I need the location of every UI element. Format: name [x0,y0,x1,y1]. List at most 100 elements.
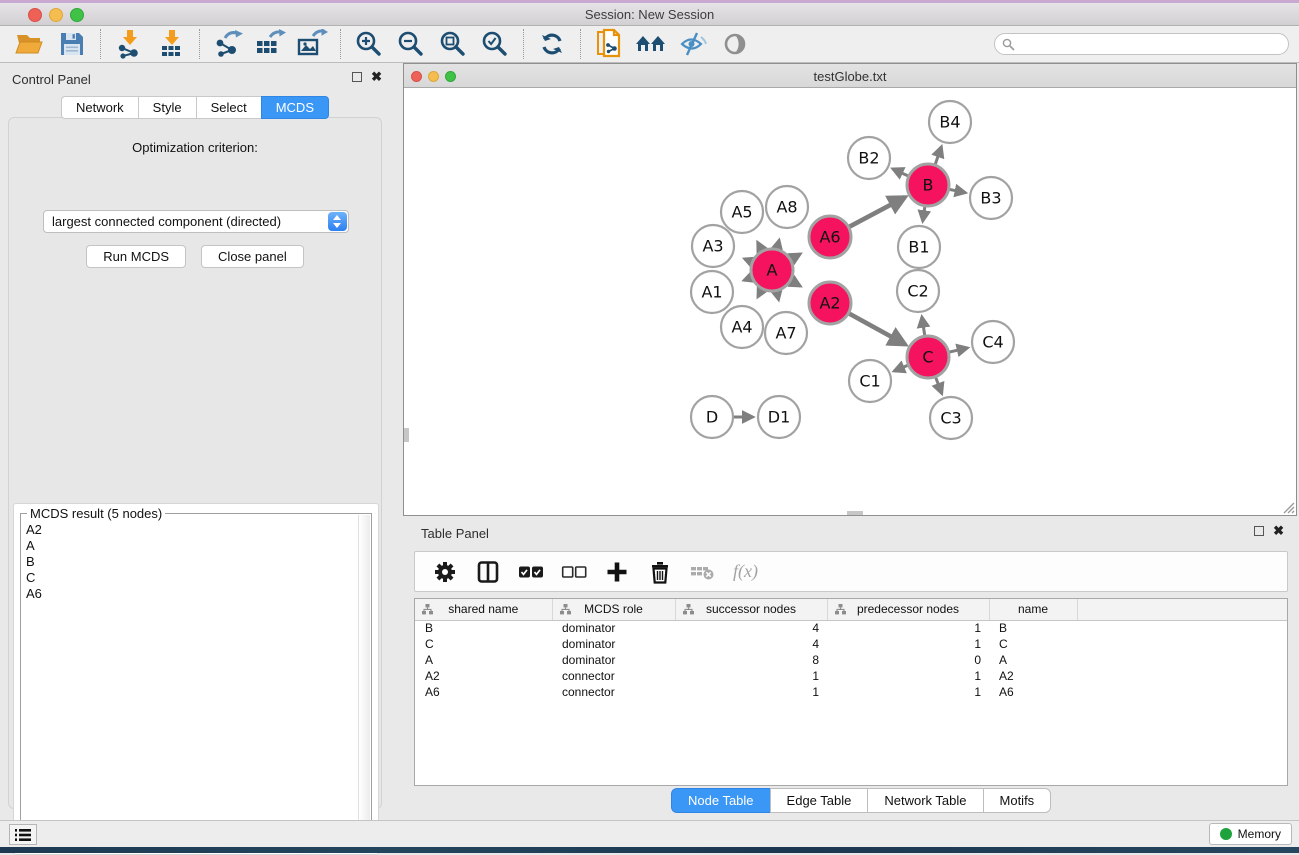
function-icon[interactable]: f(x) [733,561,758,582]
plus-icon[interactable] [604,559,630,585]
graph-edge-A6-B[interactable] [849,197,905,227]
open-folder-icon[interactable] [13,28,47,60]
graph-node-A[interactable]: A [751,249,793,291]
export-network-icon[interactable] [211,28,245,60]
node-table[interactable]: shared nameMCDS rolesuccessor nodesprede… [414,598,1288,786]
import-table-icon[interactable] [154,28,188,60]
graph-node-B4[interactable]: B4 [929,101,971,143]
mcds-result-list[interactable]: A2ABCA6 [22,522,358,845]
tab-edge-table[interactable]: Edge Table [770,788,868,813]
graph-node-C4[interactable]: C4 [972,321,1014,363]
export-table-icon[interactable] [253,28,287,60]
table-row[interactable]: Cdominator41C [415,636,1287,652]
graph-edge-C-C2[interactable] [922,317,925,336]
column-header-successor-nodes[interactable]: successor nodes [675,599,827,620]
horizontal-scrollbar-thumb[interactable] [847,511,863,515]
table-row[interactable]: A2connector11A2 [415,668,1287,684]
graph-node-B2[interactable]: B2 [848,137,890,179]
graph-edge-A2-C[interactable] [849,314,905,345]
scrollbar-track[interactable] [358,515,370,845]
graph-node-C[interactable]: C [907,336,949,378]
graph-node-D1[interactable]: D1 [758,396,800,438]
houses-icon[interactable] [634,28,668,60]
mcds-result-item[interactable]: A6 [26,586,358,602]
close-panel-icon[interactable]: ✖ [371,72,382,82]
refresh-icon[interactable] [535,28,569,60]
export-image-icon[interactable] [295,28,329,60]
mcds-result-item[interactable]: A [26,538,358,554]
graph-edge-B-B1[interactable] [923,207,925,221]
graph-edge-A-A3[interactable] [744,259,751,262]
delete-table-icon[interactable] [690,559,716,585]
table-row[interactable]: Bdominator41B [415,620,1287,636]
resize-grip[interactable] [1281,500,1295,514]
column-header-shared-name[interactable]: shared name [415,599,552,620]
import-network-icon[interactable] [112,28,146,60]
column-header-name[interactable]: name [989,599,1077,620]
zoom-fit-icon[interactable] [436,28,470,60]
checked-boxes-icon[interactable] [518,559,544,585]
tab-mcds[interactable]: MCDS [261,96,329,119]
graph-edge-A-A8[interactable] [777,240,779,249]
graph-node-A4[interactable]: A4 [721,306,763,348]
graph-node-A6[interactable]: A6 [809,216,851,258]
graph-edge-B-B4[interactable] [935,147,941,165]
search-input[interactable] [994,33,1289,55]
network-window-titlebar[interactable]: testGlobe.txt [404,64,1296,88]
graph-node-B1[interactable]: B1 [898,226,940,268]
graph-edge-B-B2[interactable] [893,169,908,176]
graph-edge-A-A4[interactable] [758,289,762,296]
unchecked-boxes-icon[interactable] [561,559,587,585]
vertical-scrollbar-thumb[interactable] [404,428,409,442]
graph-node-B3[interactable]: B3 [970,177,1012,219]
tab-select[interactable]: Select [196,96,261,119]
tab-motifs[interactable]: Motifs [983,788,1052,813]
close-panel-icon[interactable]: ✖ [1273,526,1284,536]
tab-style[interactable]: Style [138,96,196,119]
graph-node-A1[interactable]: A1 [691,271,733,313]
trash-icon[interactable] [647,559,673,585]
zoom-out-icon[interactable] [394,28,428,60]
network-canvas[interactable]: B4 B2 B B3 A5A8A6 A3 B1 A C2 A1 A2 A4A7 C4 C C1 C3 D D1 [404,88,1296,515]
graph-node-A7[interactable]: A7 [765,312,807,354]
float-panel-icon[interactable] [1254,526,1264,536]
tab-network[interactable]: Network [61,96,138,119]
columns-icon[interactable] [475,559,501,585]
column-header-predecessor-nodes[interactable]: predecessor nodes [827,599,989,620]
graph-edge-C-C4[interactable] [949,348,967,352]
column-header-MCDS-role[interactable]: MCDS role [552,599,675,620]
eye-icon[interactable] [718,28,752,60]
close-panel-button[interactable]: Close panel [201,245,304,268]
graph-node-C2[interactable]: C2 [897,270,939,312]
run-mcds-button[interactable]: Run MCDS [86,245,186,268]
graph-node-C1[interactable]: C1 [849,360,891,402]
graph-node-C3[interactable]: C3 [930,397,972,439]
graph-node-D[interactable]: D [691,396,733,438]
table-row[interactable]: Adominator80A [415,652,1287,668]
save-floppy-icon[interactable] [55,28,89,60]
graph-edge-A-A1[interactable] [744,278,751,281]
graph-edge-C-C1[interactable] [894,365,908,371]
task-history-button[interactable] [9,824,37,845]
tab-node-table[interactable]: Node Table [671,788,770,813]
float-panel-icon[interactable] [352,72,362,82]
graph-node-A3[interactable]: A3 [692,225,734,267]
graph-node-A8[interactable]: A8 [766,186,808,228]
gear-icon[interactable] [432,559,458,585]
document-share-icon[interactable] [592,28,626,60]
graph-edge-C-C3[interactable] [936,378,942,394]
mcds-result-item[interactable]: A2 [26,522,358,538]
graph-node-B[interactable]: B [907,164,949,206]
criterion-select[interactable]: largest connected component (directed) [43,210,349,233]
graph-edge-A-A6[interactable] [791,254,800,259]
graph-node-A5[interactable]: A5 [721,191,763,233]
mcds-result-item[interactable]: B [26,554,358,570]
graph-edge-B-B3[interactable] [950,189,966,192]
eye-slash-icon[interactable] [676,28,710,60]
graph-edge-A-A2[interactable] [791,281,800,286]
zoom-in-icon[interactable] [352,28,386,60]
memory-button[interactable]: Memory [1209,823,1292,845]
graph-node-A2[interactable]: A2 [809,282,851,324]
mcds-result-item[interactable]: C [26,570,358,586]
table-row[interactable]: A6connector11A6 [415,684,1287,700]
